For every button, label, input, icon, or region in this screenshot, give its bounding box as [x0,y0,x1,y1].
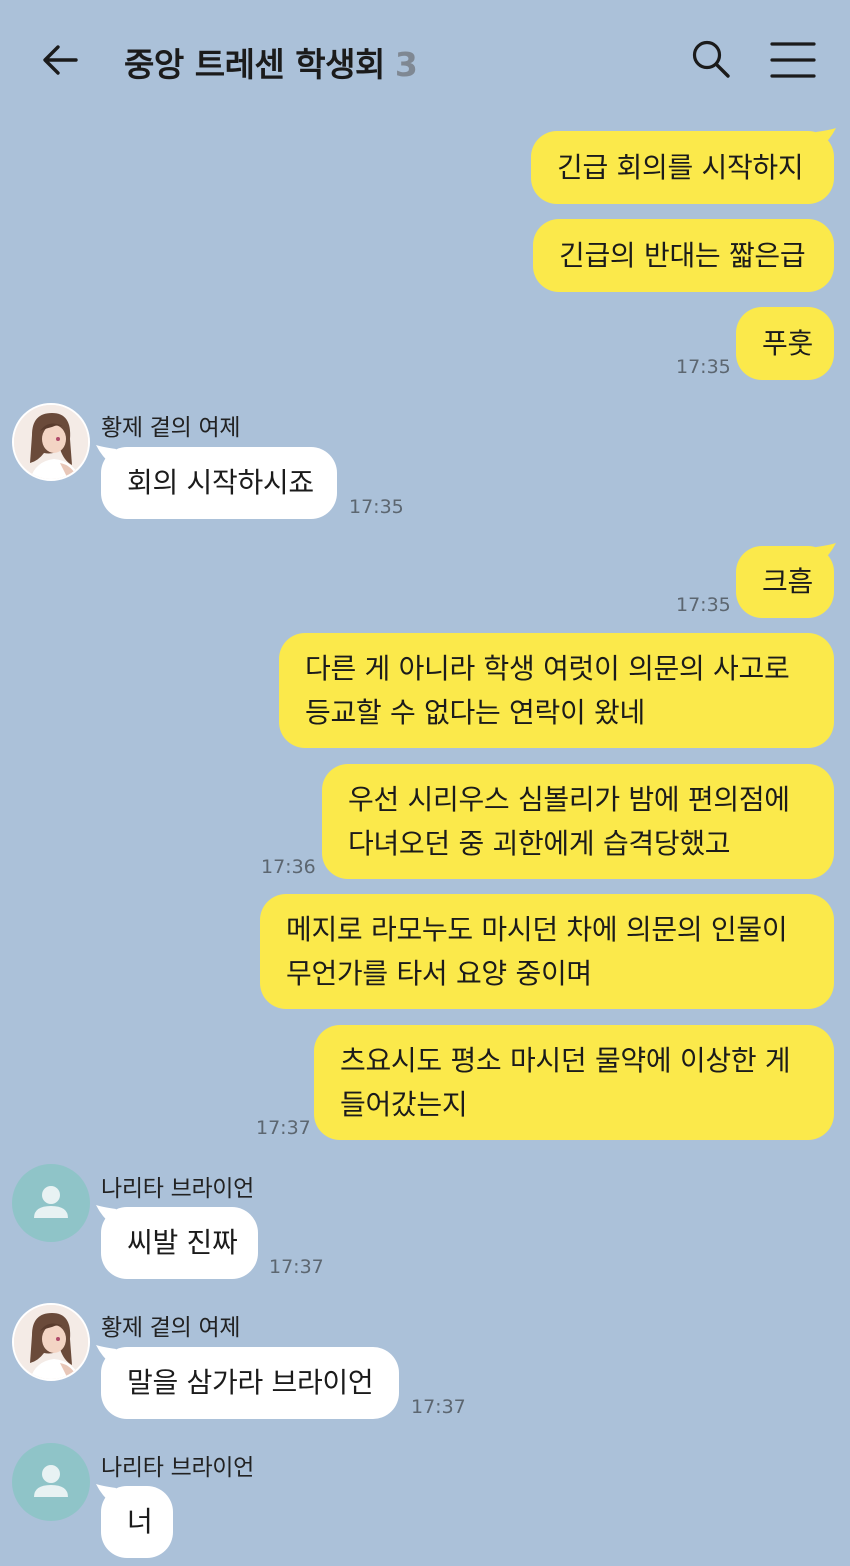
message-bubble[interactable]: 메지로 라모누도 마시던 차에 의문의 인물이 무언가를 타서 요양 중이며 [260,894,834,1009]
chat-title: 중앙 트레센 학생회 3 [124,38,418,86]
message-text: 메지로 라모누도 마시던 차에 의문의 인물이 무언가를 타서 요양 중이며 [286,912,788,990]
avatar-image [14,405,88,479]
avatar[interactable] [12,1164,90,1242]
message-time: 17:35 [676,356,731,378]
avatar[interactable] [12,403,90,481]
message-time: 17:37 [411,1396,466,1418]
message-time: 17:35 [676,594,731,616]
message-bubble[interactable]: 다른 게 아니라 학생 여럿이 의문의 사고로 등교할 수 없다는 연락이 왔네 [279,633,834,748]
message-bubble[interactable]: 긴급 회의를 시작하지 [531,131,834,204]
message-bubble[interactable]: 츠요시도 평소 마시던 물약에 이상한 게 들어갔는지 [314,1025,834,1140]
message-text: 다른 게 아니라 학생 여럿이 의문의 사고로 등교할 수 없다는 연락이 왔네 [305,651,790,729]
message-time: 17:35 [349,496,404,518]
message-text: 긴급 회의를 시작하지 [557,150,804,184]
message-text: 긴급의 반대는 짧은급 [559,238,806,272]
avatar[interactable] [12,1303,90,1381]
message-text: 우선 시리우스 심볼리가 밤에 편의점에 다녀오던 중 괴한에게 습격당했고 [348,782,790,860]
sender-name: 황제 곁의 여제 [101,415,241,441]
avatar-image [14,1305,88,1379]
hamburger-menu-icon[interactable] [770,40,816,80]
message-time: 17:36 [261,856,316,878]
message-bubble[interactable]: 너 [101,1486,173,1558]
message-text: 푸훗 [762,326,813,360]
message-text: 말을 삼가라 브라이언 [127,1366,374,1399]
message-bubble[interactable]: 회의 시작하시죠 [101,447,337,519]
message-text: 크흠 [762,565,813,598]
message-bubble[interactable]: 우선 시리우스 심볼리가 밤에 편의점에 다녀오던 중 괴한에게 습격당했고 [322,764,834,879]
message-bubble[interactable]: 말을 삼가라 브라이언 [101,1347,399,1419]
default-profile-icon [34,1186,68,1218]
member-count: 3 [394,45,418,84]
message-bubble[interactable]: 씨발 진짜 [101,1207,258,1279]
chat-room-name: 중앙 트레센 학생회 [124,45,385,84]
message-time: 17:37 [269,1256,324,1278]
message-bubble[interactable]: 긴급의 반대는 짧은급 [533,219,834,292]
avatar[interactable] [12,1443,90,1521]
sender-name: 나리타 브라이언 [101,1455,255,1481]
message-bubble[interactable]: 푸훗 [736,307,834,380]
message-time: 17:37 [256,1117,311,1139]
chat-header: 중앙 트레센 학생회 3 [0,0,850,120]
message-text: 회의 시작하시죠 [127,466,314,499]
message-text: 츠요시도 평소 마시던 물약에 이상한 게 들어갔는지 [340,1043,791,1121]
sender-name: 나리타 브라이언 [101,1176,255,1202]
default-profile-icon [34,1465,68,1497]
message-text: 씨발 진짜 [127,1226,238,1259]
message-text: 너 [127,1505,153,1538]
sender-name: 황제 곁의 여제 [101,1315,241,1341]
message-bubble[interactable]: 크흠 [736,546,834,618]
search-icon[interactable] [690,38,732,80]
back-arrow-icon[interactable] [38,38,82,82]
